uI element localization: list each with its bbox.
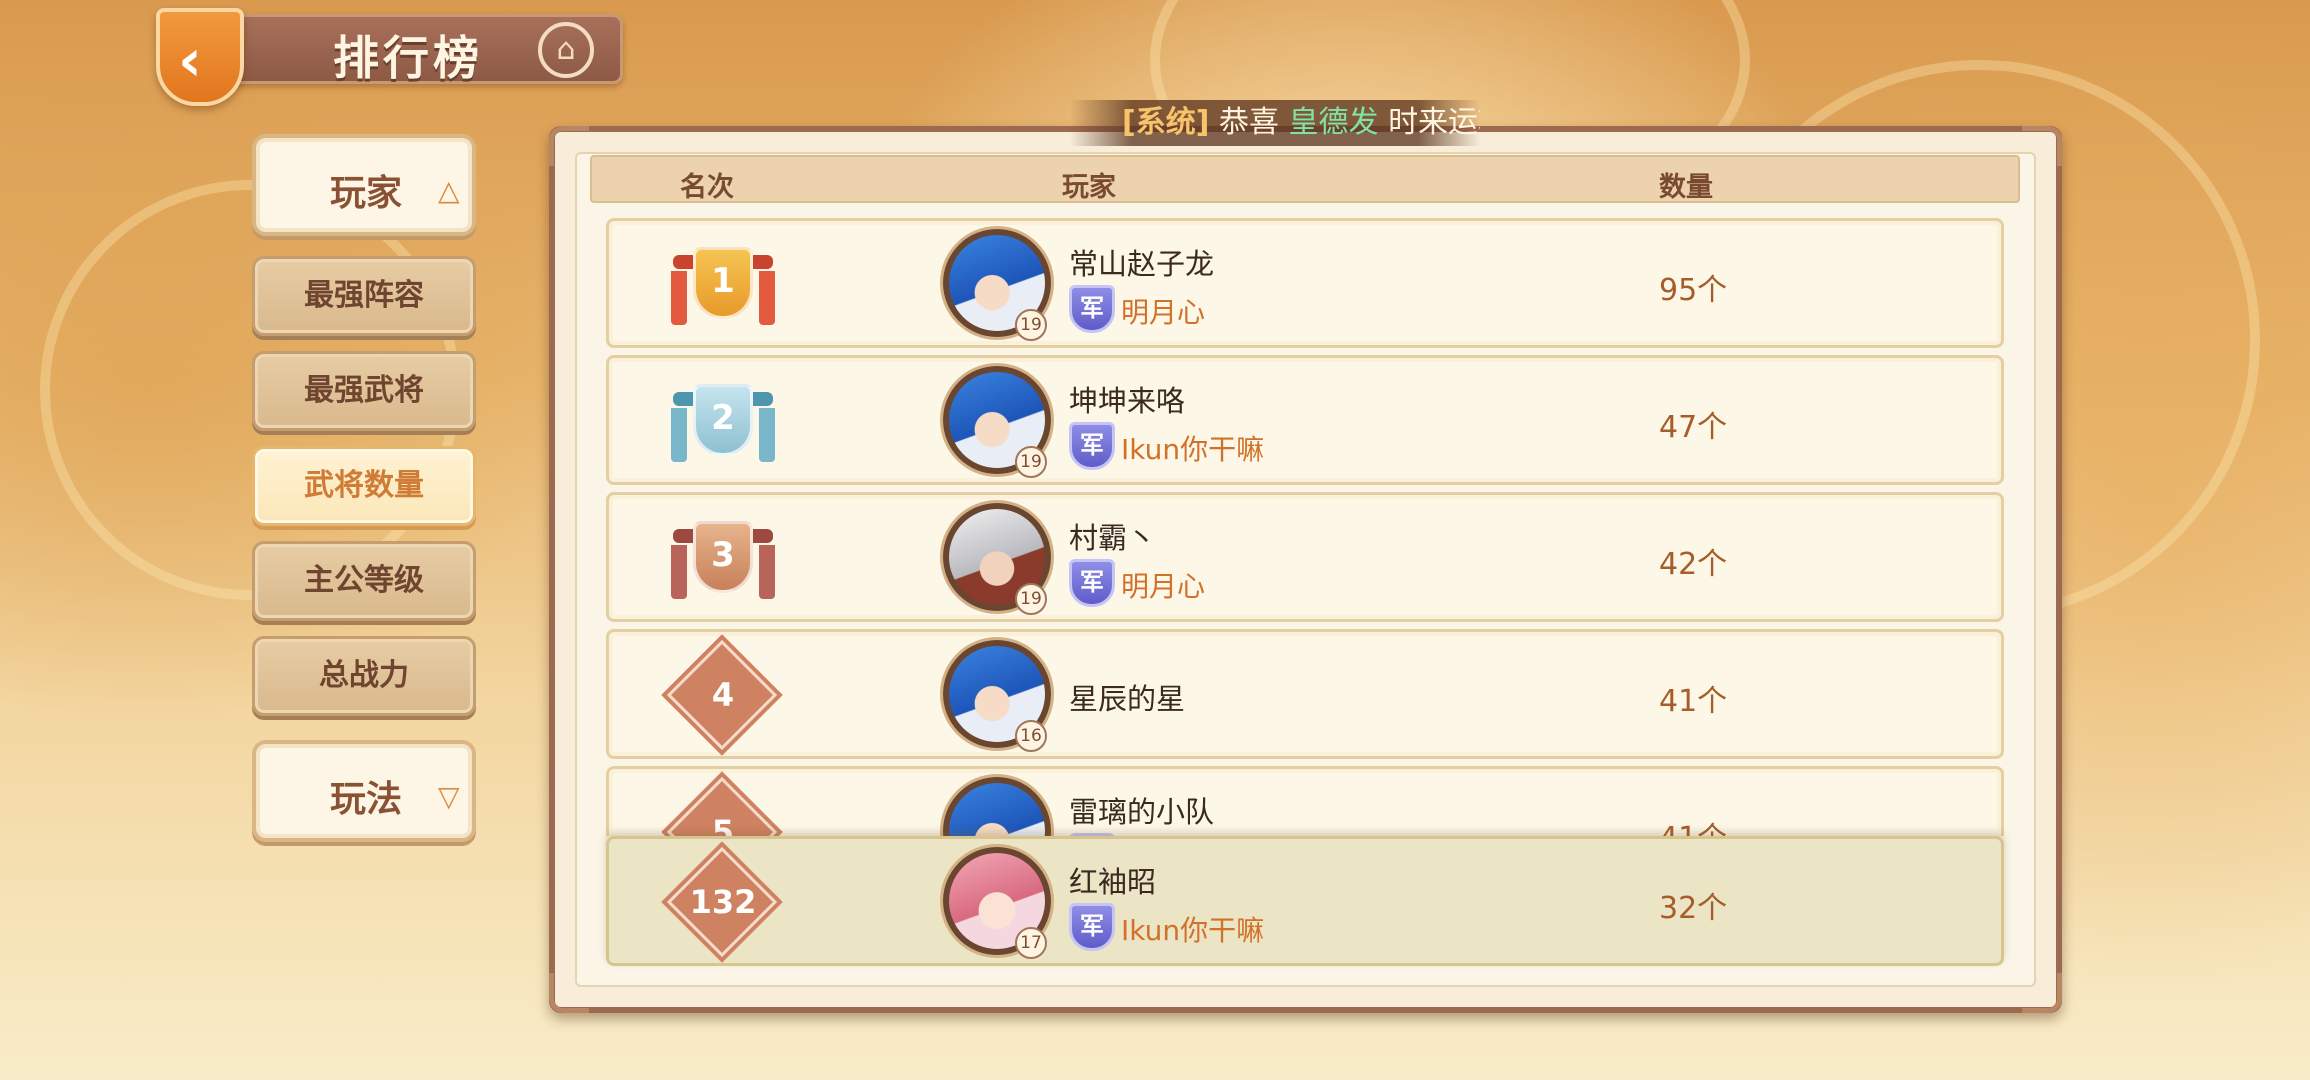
column-rank: 名次 [680, 172, 734, 203]
tab-gameplay[interactable]: 玩法 ▽ [252, 740, 476, 842]
marquee-text: 时来运转 [1388, 105, 1480, 140]
table-row[interactable]: 5 雷璃的小队 41个 [606, 766, 2004, 836]
army-badge-icon: 军 [1069, 422, 1115, 470]
corner-ornament [2022, 973, 2062, 1013]
corner-ornament [2022, 126, 2062, 166]
count-value: 95个 [1659, 273, 1728, 308]
table-row[interactable]: 3 19 村霸丶 军 明月心 42个 [606, 492, 2004, 622]
table-header: 名次 玩家 数量 [590, 155, 2020, 203]
rank-number: 5 [711, 813, 735, 836]
guild-name: 明月心 [1121, 570, 1206, 603]
player-name: 星辰的星 [1069, 682, 1186, 716]
avatar[interactable] [943, 777, 1051, 836]
tab-total-power[interactable]: 总战力 [252, 636, 476, 716]
tab-lord-level[interactable]: 主公等级 [252, 541, 476, 621]
rank-number: 3 [711, 535, 735, 575]
player-name: 红袖昭 [1069, 865, 1157, 899]
count-value: 41个 [1659, 684, 1728, 719]
column-player: 玩家 [1062, 172, 1116, 203]
tab-player-label: 玩家 [330, 173, 403, 214]
page-title: 排行榜 [333, 31, 483, 85]
count-value: 32个 [1659, 891, 1728, 926]
column-count: 数量 [1659, 172, 1713, 203]
count-value: 41个 [1659, 813, 1727, 836]
level-badge: 17 [1015, 927, 1047, 959]
tab-strongest-general[interactable]: 最强武将 [252, 351, 476, 431]
rank-number: 2 [711, 398, 735, 438]
tab-gameplay-label: 玩法 [330, 779, 403, 820]
guild-name: Ikun你干嘛 [1121, 914, 1265, 947]
guild-name: 明月心 [1121, 296, 1206, 329]
row-clip: 5 雷璃的小队 41个 [590, 760, 2020, 836]
player-name: 雷璃的小队 [1069, 795, 1215, 829]
rank-number: 132 [689, 883, 757, 921]
player-name: 常山赵子龙 [1069, 247, 1215, 281]
level-badge: 19 [1015, 309, 1047, 341]
tab-strongest-lineup[interactable]: 最强阵容 [252, 256, 476, 336]
count-value: 42个 [1659, 547, 1728, 582]
tab-general-count[interactable]: 武将数量 [252, 446, 476, 526]
army-badge-icon: 军 [1069, 285, 1115, 333]
level-badge: 19 [1015, 446, 1047, 478]
back-arrow-icon: ‹ [178, 26, 202, 94]
count-value: 47个 [1659, 410, 1728, 445]
marquee-text: 恭喜 [1218, 105, 1279, 140]
pavilion-icon: ⌂ [538, 22, 594, 78]
army-badge-icon: 军 [1069, 903, 1115, 951]
my-rank-row[interactable]: 132 17 红袖昭 军 Ikun你干嘛 32个 [606, 836, 2004, 966]
table-row[interactable]: 1 19 常山赵子龙 军 明月心 95个 [606, 218, 2004, 348]
level-badge: 19 [1015, 583, 1047, 615]
army-badge-icon: 军 [1069, 559, 1115, 607]
table-row[interactable]: 4 16 星辰的星 41个 [606, 629, 2004, 759]
corner-ornament [549, 973, 589, 1013]
level-badge: 16 [1015, 720, 1047, 752]
rank-medal-gold-icon: 1 [667, 235, 779, 335]
corner-ornament [549, 126, 589, 166]
rank-medal-silver-icon: 2 [667, 372, 779, 472]
header: ‹ 排行榜 ⌂ [118, 8, 623, 106]
player-name: 村霸丶 [1069, 521, 1157, 555]
back-button[interactable]: ‹ [156, 8, 244, 106]
marquee-tag: [系统] [1122, 105, 1210, 140]
system-marquee: [系统] 恭喜 皇德发 时来运转 [1070, 100, 1480, 146]
rank-medal-bronze-icon: 3 [667, 509, 779, 609]
marquee-player-name: 皇德发 [1288, 105, 1379, 140]
table-row[interactable]: 2 19 坤坤来咯 军 Ikun你干嘛 47个 [606, 355, 2004, 485]
triangle-up-icon: △ [438, 174, 460, 207]
rank-number: 1 [711, 261, 735, 301]
guild-name: Ikun你干嘛 [1121, 433, 1265, 466]
triangle-down-icon: ▽ [438, 780, 460, 813]
rank-number: 4 [711, 676, 735, 714]
tab-player[interactable]: 玩家 △ [252, 134, 476, 236]
player-name: 坤坤来咯 [1069, 384, 1186, 418]
